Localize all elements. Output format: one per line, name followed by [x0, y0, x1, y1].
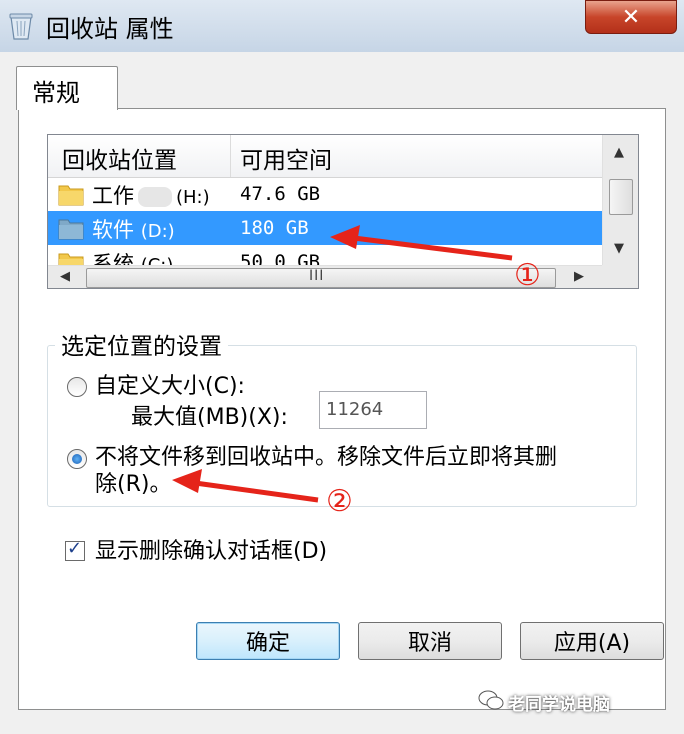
tab-general-label: 常规	[32, 79, 80, 107]
annotation-arrowhead-1	[330, 225, 360, 249]
annotation-overlay	[172, 225, 513, 503]
annotation-arrow-1	[345, 234, 513, 261]
annotation-arrow-2	[187, 479, 319, 503]
wechat-logo-icon	[478, 690, 504, 710]
annotation-marker-1: ①	[514, 258, 541, 293]
annotation-arrowhead-2	[172, 469, 202, 493]
annotation-marker-2: ②	[326, 484, 353, 519]
watermark-text: 老同学说电脑	[508, 695, 610, 715]
tab-general[interactable]: 常规	[16, 66, 118, 110]
